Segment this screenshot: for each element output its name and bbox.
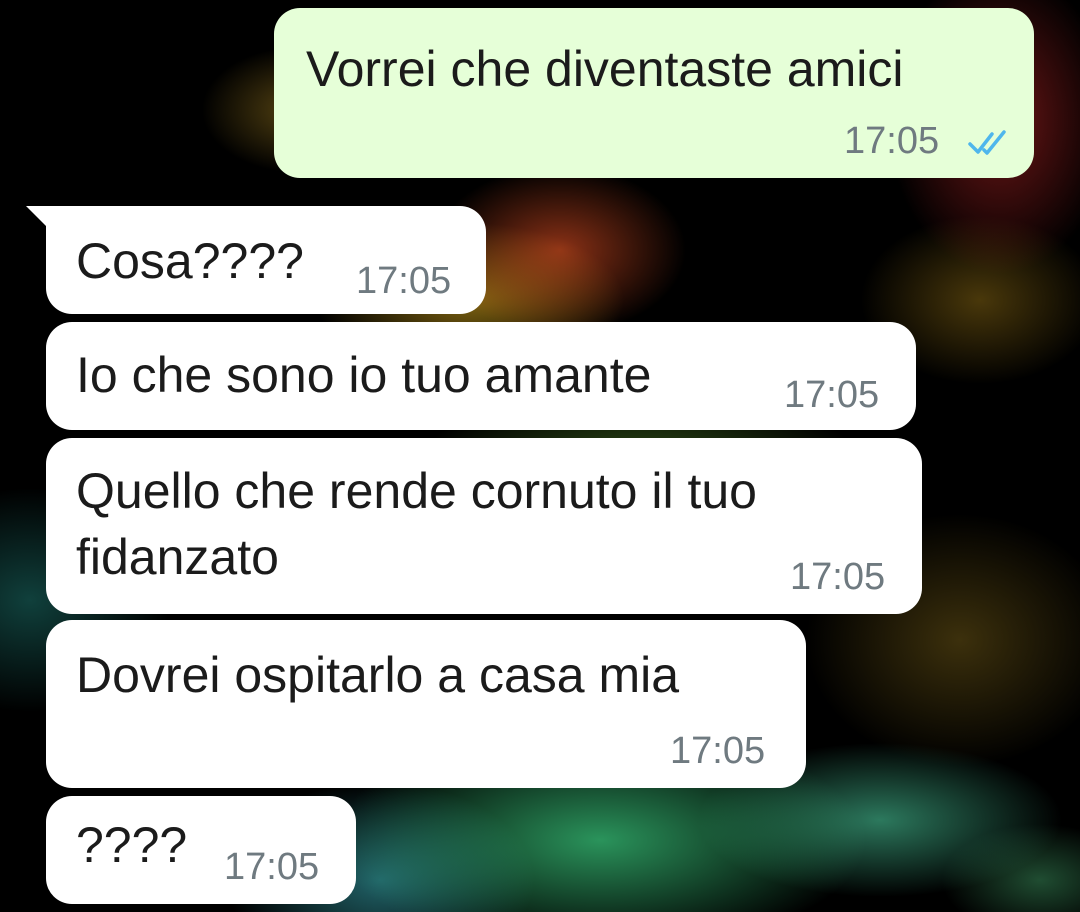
message-time: 17:05: [356, 260, 452, 302]
message-time: 17:05: [224, 846, 320, 888]
message-text-line: fidanzato: [76, 529, 279, 585]
message-time: 17:05: [670, 730, 766, 772]
message-bubble-incoming[interactable]: Quello che rende cornuto il tuo fidanzat…: [46, 438, 922, 614]
message-time: 17:05: [790, 556, 886, 598]
message-bubble-outgoing[interactable]: Vorrei che diventaste amici 17:05: [274, 8, 1034, 178]
message-time: 17:05: [784, 374, 880, 416]
message-text-line: Quello che rende cornuto il tuo: [76, 463, 757, 519]
bubble-tail: [26, 206, 48, 228]
message-bubble-incoming[interactable]: Io che sono io tuo amante 17:05: [46, 322, 916, 430]
double-check-icon: [968, 130, 1006, 155]
message-time: 17:05: [844, 120, 940, 162]
message-text: Vorrei che diventaste amici: [306, 41, 904, 97]
message-text: ????: [76, 817, 188, 873]
message-bubble-incoming[interactable]: Cosa???? 17:05: [46, 206, 486, 314]
message-text: Cosa????: [76, 233, 304, 289]
message-bubble-incoming[interactable]: ???? 17:05: [46, 796, 356, 904]
message-text: Io che sono io tuo amante: [76, 347, 652, 403]
message-text: Dovrei ospitarlo a casa mia: [76, 647, 680, 703]
message-bubble-incoming[interactable]: Dovrei ospitarlo a casa mia 17:05: [46, 620, 806, 788]
